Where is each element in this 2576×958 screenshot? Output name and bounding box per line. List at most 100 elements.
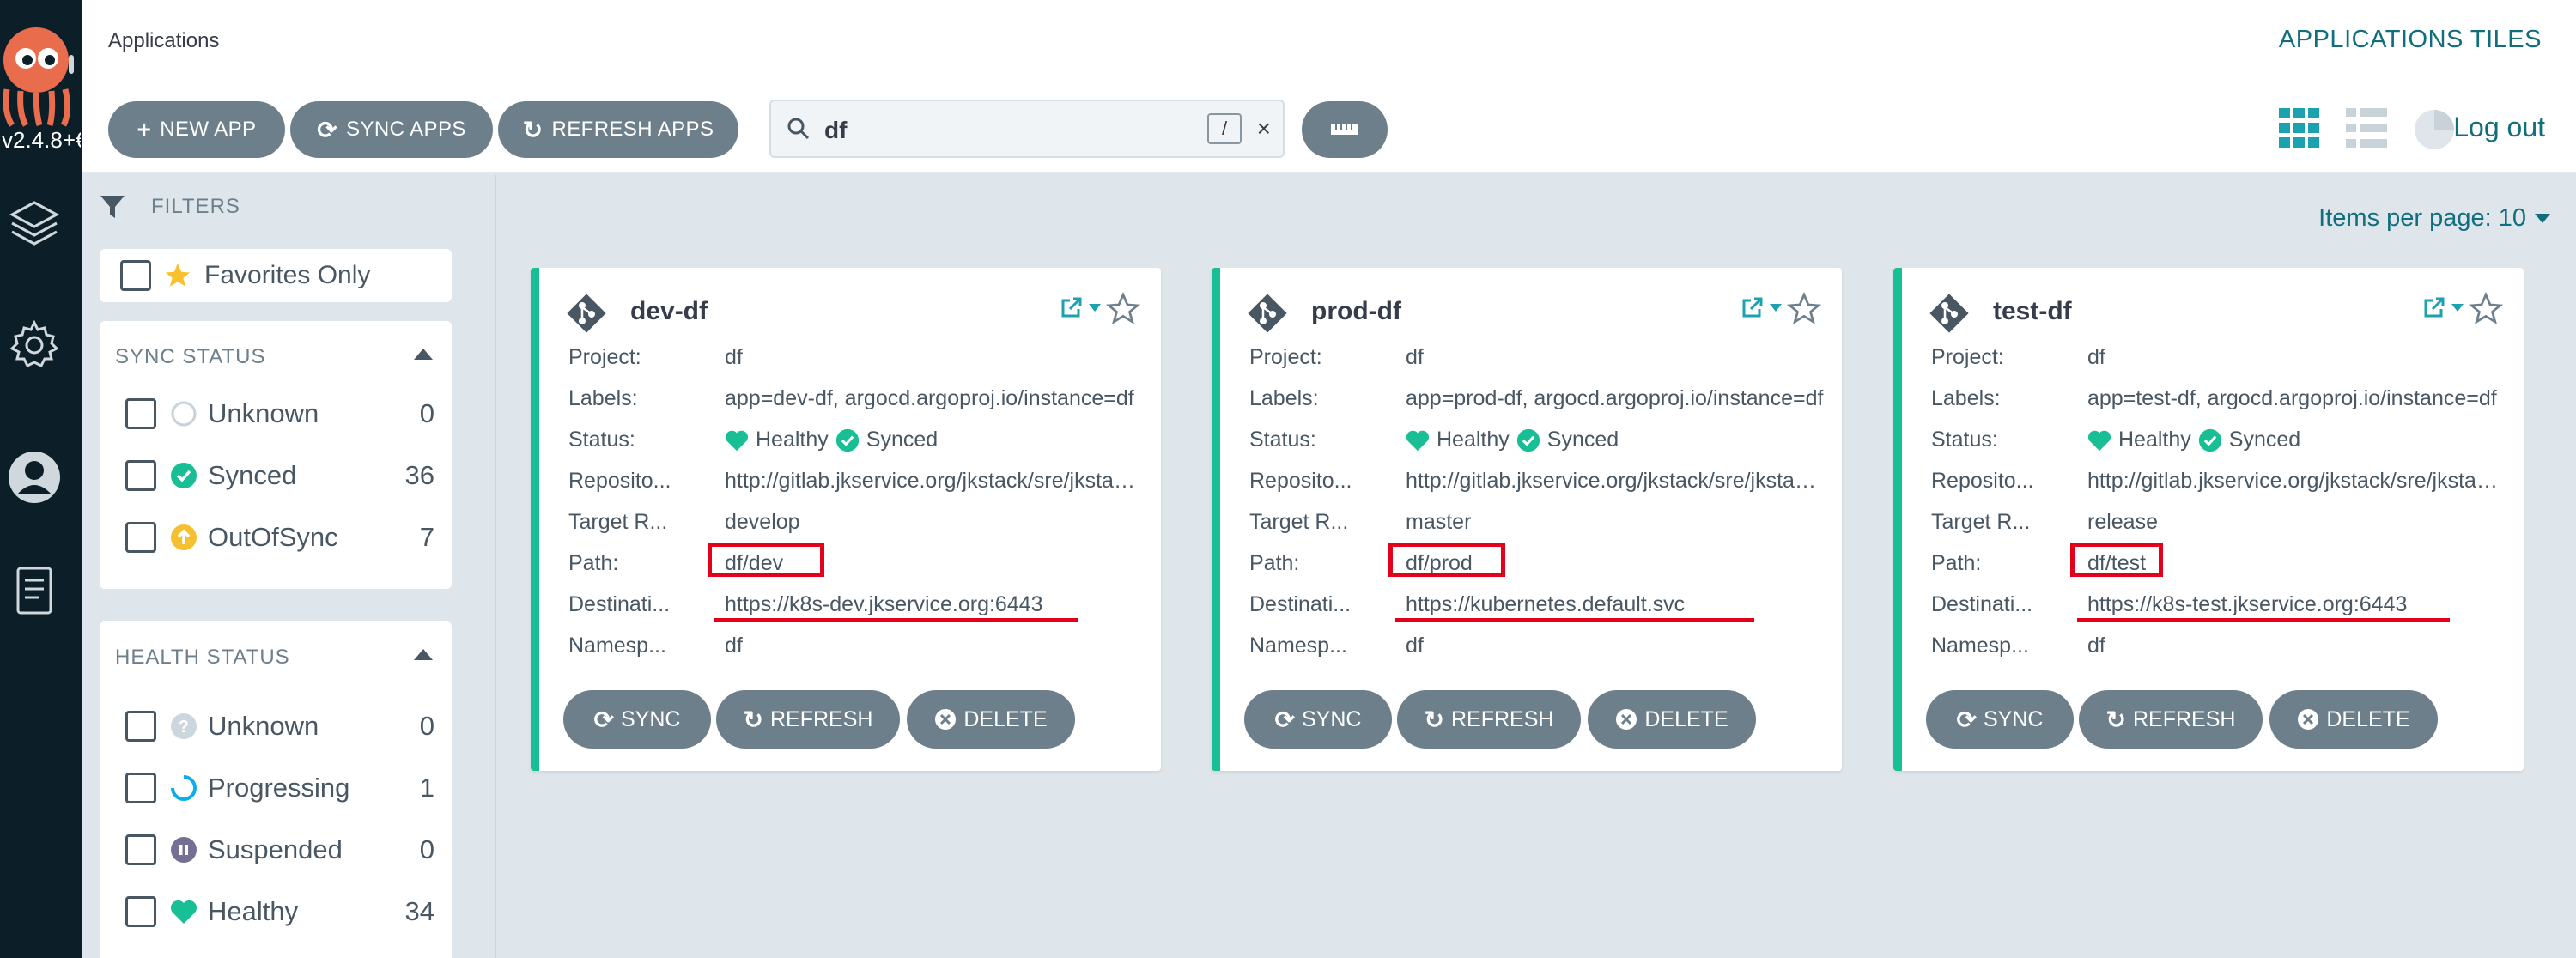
status-value: Healthy Synced	[2087, 427, 2508, 452]
user-info-icon[interactable]	[7, 450, 62, 505]
new-app-button[interactable]: + NEW APP	[108, 101, 285, 158]
checkbox[interactable]	[125, 773, 156, 803]
chevron-down-icon	[2451, 303, 2464, 312]
clear-search-icon[interactable]: ×	[1257, 115, 1271, 142]
application-card[interactable]: dev-df Project: df Labels: app=dev-df, argoc…	[531, 268, 1161, 771]
sync-apps-button[interactable]: ⟳ SYNC APPS	[290, 101, 493, 158]
sync-filter-outofsync[interactable]: OutOfSync 7	[125, 518, 434, 556]
density-toggle-button[interactable]	[1302, 101, 1388, 158]
status-label: Status:	[1249, 427, 1316, 452]
sync-filter-unknown[interactable]: Unknown 0	[125, 395, 434, 433]
project-label: Project:	[1249, 345, 1322, 369]
field-row-ns: Namesp... df	[568, 632, 1152, 663]
external-link-menu[interactable]	[2422, 295, 2464, 319]
collapse-caret-icon[interactable]	[414, 349, 433, 360]
summary-pie-icon[interactable]	[2413, 108, 2456, 151]
applications-tiles: Items per page: 10 dev-df Project: df Label…	[496, 175, 2576, 958]
sync-button[interactable]: ⟳ SYNC	[563, 690, 711, 749]
delete-button[interactable]: DELETE	[1588, 690, 1756, 749]
search-input[interactable]: df / ×	[769, 100, 1285, 158]
sync-button[interactable]: ⟳ SYNC	[1244, 690, 1392, 749]
checkbox[interactable]	[125, 834, 156, 865]
field-row-dest: Destinati... https://k8s-test.jkservice.o…	[1931, 591, 2515, 621]
refresh-button[interactable]: ↻ REFRESH	[716, 690, 900, 749]
refresh-button[interactable]: ↻ REFRESH	[1397, 690, 1581, 749]
search-value[interactable]: df	[824, 117, 847, 144]
repo-value[interactable]: http://gitlab.jkservice.org/jkstack/sre/…	[1406, 469, 1826, 494]
dest-value[interactable]: https://k8s-test.jkservice.org:6443	[2087, 592, 2508, 617]
list-view-icon[interactable]	[2346, 108, 2387, 148]
app-name[interactable]: test-df	[1993, 297, 2072, 326]
dest-value[interactable]: https://kubernetes.default.svc	[1406, 592, 1826, 617]
sync-button[interactable]: ⟳ SYNC	[1926, 690, 2074, 749]
sync-icon: ⟳	[317, 116, 338, 143]
argo-logo-icon[interactable]	[0, 10, 82, 139]
applications-layers-icon[interactable]	[7, 196, 62, 251]
favorite-star-icon[interactable]	[1105, 291, 1141, 330]
target-label: Target R...	[568, 510, 668, 534]
healthy-heart-icon	[170, 898, 197, 925]
filter-count: 7	[419, 522, 434, 552]
project-label: Project:	[1931, 345, 2004, 369]
field-row-status: Status: Healthy Synced	[568, 426, 1152, 457]
dest-value[interactable]: https://k8s-dev.jkservice.org:6443	[725, 592, 1145, 617]
app-name[interactable]: dev-df	[630, 297, 708, 326]
settings-gear-icon[interactable]	[7, 318, 62, 373]
application-card[interactable]: test-df Project: df Labels: app=test-df, arg…	[1893, 268, 2524, 771]
checkbox[interactable]	[125, 711, 156, 742]
path-highlight-box	[708, 543, 824, 577]
collapse-caret-icon[interactable]	[414, 649, 433, 660]
application-card[interactable]: prod-df Project: df Labels: app=prod-df, arg…	[1212, 268, 1842, 771]
delete-button[interactable]: DELETE	[907, 690, 1075, 749]
delete-button[interactable]: DELETE	[2269, 690, 2438, 749]
refresh-apps-label: REFRESH APPS	[551, 118, 714, 141]
refresh-label: REFRESH	[2133, 706, 2236, 731]
filter-count: 1	[419, 773, 434, 803]
path-label: Path:	[1931, 551, 1982, 575]
favorites-label: Favorites Only	[204, 261, 371, 289]
checkbox[interactable]	[125, 522, 156, 553]
checkbox[interactable]	[125, 398, 156, 429]
ns-label: Namesp...	[568, 634, 666, 658]
sync-filter-synced[interactable]: Synced 36	[125, 457, 434, 494]
health-filter-suspended[interactable]: Suspended 0	[125, 831, 434, 869]
favorite-star-icon[interactable]	[2468, 291, 2504, 330]
dropdown-caret-icon	[2535, 214, 2550, 223]
sync-label: SYNC	[621, 706, 681, 731]
checkbox[interactable]	[125, 896, 156, 927]
version-label: v2.4.8+€	[2, 127, 81, 153]
external-link-menu[interactable]	[1060, 295, 1101, 319]
synced-check-icon	[1516, 428, 1540, 452]
delete-x-circle-icon	[1616, 709, 1637, 730]
toolbar: + NEW APP ⟳ SYNC APPS ↻ REFRESH APPS df …	[82, 86, 2576, 173]
items-per-page-select[interactable]: Items per page: 10	[2318, 204, 2550, 233]
labels-label: Labels:	[568, 386, 638, 410]
checkbox[interactable]	[125, 460, 156, 491]
app-name[interactable]: prod-df	[1311, 297, 1401, 326]
sync-icon: ⟳	[593, 706, 614, 733]
repo-label: Reposito...	[568, 469, 671, 493]
repo-value[interactable]: http://gitlab.jkservice.org/jkstack/sre/…	[2087, 469, 2508, 494]
favorites-checkbox[interactable]	[120, 260, 151, 291]
filters-header-label: FILTERS	[151, 195, 240, 218]
health-status-title: HEALTH STATUS	[115, 646, 290, 669]
suspended-pause-icon	[170, 836, 197, 864]
favorite-star-icon[interactable]	[1786, 291, 1822, 330]
git-repo-icon	[1246, 292, 1289, 339]
repo-value[interactable]: http://gitlab.jkservice.org/jkstack/sre/…	[725, 469, 1145, 494]
favorites-only-filter[interactable]: Favorites Only	[100, 249, 452, 302]
refresh-button[interactable]: ↻ REFRESH	[2079, 690, 2263, 749]
tiles-view-icon[interactable]	[2279, 108, 2320, 148]
refresh-apps-button[interactable]: ↻ REFRESH APPS	[498, 101, 738, 158]
documentation-icon[interactable]	[7, 563, 62, 618]
external-link-menu[interactable]	[1741, 295, 1782, 319]
labels-value: app=dev-df, argocd.argoproj.io/instance=…	[725, 386, 1134, 410]
filter-funnel-icon	[100, 196, 125, 218]
health-filter-unknown[interactable]: ? Unknown 0	[125, 707, 434, 745]
search-shortcut-hint: /	[1207, 113, 1242, 144]
dest-label: Destinati...	[1249, 592, 1352, 616]
logout-link[interactable]: Log out	[2453, 112, 2545, 143]
health-filter-progressing[interactable]: Progressing 1	[125, 769, 434, 807]
health-filter-healthy[interactable]: Healthy 34	[125, 893, 434, 931]
field-row-path: Path: df/prod	[1249, 549, 1833, 580]
